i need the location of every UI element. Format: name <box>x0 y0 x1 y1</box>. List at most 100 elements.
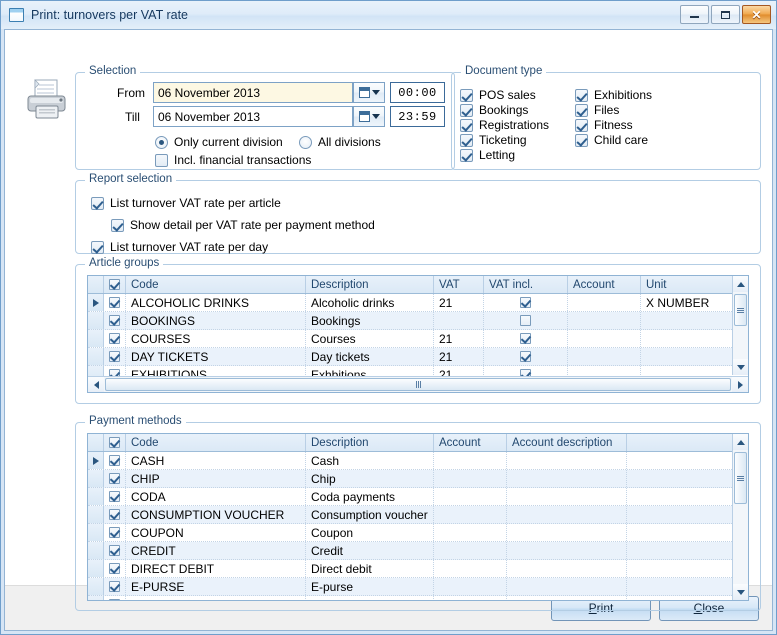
table-cell-account <box>434 452 507 469</box>
checkbox-doctype-files[interactable]: Files <box>575 103 619 117</box>
triangle-up-icon <box>737 440 745 445</box>
article-groups-column-header-description[interactable]: Description <box>306 276 434 293</box>
table-row[interactable]: BOOKINGSBookings <box>88 312 748 330</box>
scroll-right-button[interactable] <box>732 377 748 393</box>
till-date-picker-button[interactable] <box>353 106 385 127</box>
checkbox-doctype-pos-sales[interactable]: POS sales <box>460 88 536 102</box>
article-groups-select-all-checkbox[interactable] <box>104 276 126 293</box>
payment-methods-column-header-description[interactable]: Description <box>306 434 434 451</box>
from-date-picker-button[interactable] <box>353 82 385 103</box>
scroll-thumb[interactable] <box>105 378 731 391</box>
table-cell-description: Direct debit <box>306 560 434 577</box>
scroll-up-button[interactable] <box>733 434 749 450</box>
row-select-checkbox[interactable] <box>104 488 126 505</box>
table-cell-code: CASH <box>126 452 306 469</box>
payment-methods-column-header-account-description[interactable]: Account description <box>507 434 627 451</box>
row-select-checkbox[interactable] <box>104 348 126 365</box>
table-row[interactable]: DIRECT DEBITDirect debit <box>88 560 748 578</box>
checkbox-doctype-fitness[interactable]: Fitness <box>575 118 633 132</box>
scroll-up-button[interactable] <box>733 276 749 292</box>
row-select-checkbox[interactable] <box>104 596 126 601</box>
radio-only-current-division[interactable]: Only current division <box>155 135 283 149</box>
table-row[interactable]: COURSESCourses21 <box>88 330 748 348</box>
row-select-checkbox[interactable] <box>104 470 126 487</box>
checkbox-doctype-registrations[interactable]: Registrations <box>460 118 549 132</box>
table-cell-code: DAY TICKETS <box>126 348 306 365</box>
current-row-arrow-icon <box>93 299 99 307</box>
scroll-down-button[interactable] <box>733 584 749 600</box>
restore-button[interactable] <box>711 5 740 24</box>
checkbox-report-show-detail-per-vat-rate-per-payment-method[interactable]: Show detail per VAT rate per payment met… <box>111 218 375 232</box>
from-label: From <box>117 86 145 100</box>
payment-methods-grid[interactable]: CodeDescriptionAccountAccount descriptio… <box>87 433 749 601</box>
article-groups-vertical-scrollbar[interactable] <box>732 276 748 375</box>
table-cell-account <box>434 578 507 595</box>
table-row[interactable]: CREDITCredit <box>88 542 748 560</box>
checkbox-doctype-bookings[interactable]: Bookings <box>460 103 528 117</box>
checkbox-indicator <box>460 149 473 162</box>
checkbox-doctype-exhibitions[interactable]: Exhibitions <box>575 88 652 102</box>
article-groups-grid[interactable]: CodeDescriptionVATVAT incl.AccountUnitUs… <box>87 275 749 393</box>
payment-methods-vertical-scrollbar[interactable] <box>732 434 748 600</box>
table-row[interactable]: E-PURSEE-purse <box>88 578 748 596</box>
article-groups-column-header-vat-incl[interactable]: VAT incl. <box>484 276 568 293</box>
table-cell-vat-incl <box>484 294 568 311</box>
scroll-thumb[interactable] <box>734 294 747 326</box>
table-row[interactable]: CASHCash <box>88 452 748 470</box>
article-groups-horizontal-scrollbar[interactable] <box>88 376 748 392</box>
table-row[interactable]: CONSUMPTION VOUCHERConsumption voucher <box>88 506 748 524</box>
table-row[interactable]: DAY TICKETSDay tickets21 <box>88 348 748 366</box>
grip-icon <box>737 476 744 481</box>
row-select-checkbox[interactable] <box>104 560 126 577</box>
payment-methods-column-header-account[interactable]: Account <box>434 434 507 451</box>
row-select-checkbox[interactable] <box>104 312 126 329</box>
payment-methods-select-all-checkbox[interactable] <box>104 434 126 451</box>
scroll-thumb[interactable] <box>734 452 747 504</box>
table-cell-code: E-PURSE <box>126 578 306 595</box>
checkbox-report-list-turnover-vat-rate-per-day[interactable]: List turnover VAT rate per day <box>91 240 268 254</box>
row-select-checkbox[interactable] <box>104 578 126 595</box>
row-select-checkbox[interactable] <box>104 294 126 311</box>
scroll-down-button[interactable] <box>733 359 749 375</box>
scroll-left-button[interactable] <box>88 377 104 393</box>
title-bar[interactable]: Print: turnovers per VAT rate ✕ <box>1 1 776 29</box>
radio-all-divisions[interactable]: All divisions <box>299 135 381 149</box>
checkbox-incl-financial-transactions[interactable]: Incl. financial transactions <box>155 153 311 167</box>
row-select-checkbox[interactable] <box>104 506 126 523</box>
table-cell-code: DIRECT DEBIT <box>126 560 306 577</box>
till-time-input[interactable]: 23:59 <box>390 106 445 127</box>
row-select-checkbox[interactable] <box>104 452 126 469</box>
checkbox-report-list-turnover-vat-rate-per-article[interactable]: List turnover VAT rate per article <box>91 196 281 210</box>
checkbox-indicator <box>109 315 120 326</box>
row-select-checkbox[interactable] <box>104 330 126 347</box>
table-cell-account-description <box>507 560 627 577</box>
from-date-input[interactable]: 06 November 2013 <box>153 82 353 103</box>
table-cell-account <box>434 560 507 577</box>
table-row[interactable]: CODACoda payments <box>88 488 748 506</box>
from-time-input[interactable]: 00:00 <box>390 82 445 103</box>
till-date-input[interactable]: 06 November 2013 <box>153 106 353 127</box>
window-icon <box>9 8 24 22</box>
table-row[interactable]: COUPONCoupon <box>88 524 748 542</box>
table-row[interactable]: GIFT VOUCHERGift voucher <box>88 596 748 601</box>
table-row[interactable]: ALCOHOLIC DRINKSAlcoholic drinks21X NUMB… <box>88 294 748 312</box>
table-cell-code: COURSES <box>126 330 306 347</box>
article-groups-column-header-account[interactable]: Account <box>568 276 641 293</box>
row-select-checkbox[interactable] <box>104 542 126 559</box>
checkbox-doctype-fitness-label: Fitness <box>594 118 633 132</box>
checkbox-doctype-letting[interactable]: Letting <box>460 148 515 162</box>
checkbox-doctype-child-care[interactable]: Child care <box>575 133 648 147</box>
close-button[interactable]: ✕ <box>742 5 771 24</box>
checkbox-doctype-ticketing[interactable]: Ticketing <box>460 133 527 147</box>
checkbox-report-show-detail-per-vat-rate-per-payment-method-label: Show detail per VAT rate per payment met… <box>130 218 375 232</box>
article-groups-column-header-code[interactable]: Code <box>126 276 306 293</box>
payment-methods-column-header-code[interactable]: Code <box>126 434 306 451</box>
row-select-checkbox[interactable] <box>104 524 126 541</box>
article-groups-column-header-vat[interactable]: VAT <box>434 276 484 293</box>
calendar-icon <box>359 111 370 122</box>
table-cell-code: CONSUMPTION VOUCHER <box>126 506 306 523</box>
table-cell-account-description <box>507 542 627 559</box>
table-row[interactable]: CHIPChip <box>88 470 748 488</box>
minimize-button[interactable] <box>680 5 709 24</box>
table-cell-description: Bookings <box>306 312 434 329</box>
